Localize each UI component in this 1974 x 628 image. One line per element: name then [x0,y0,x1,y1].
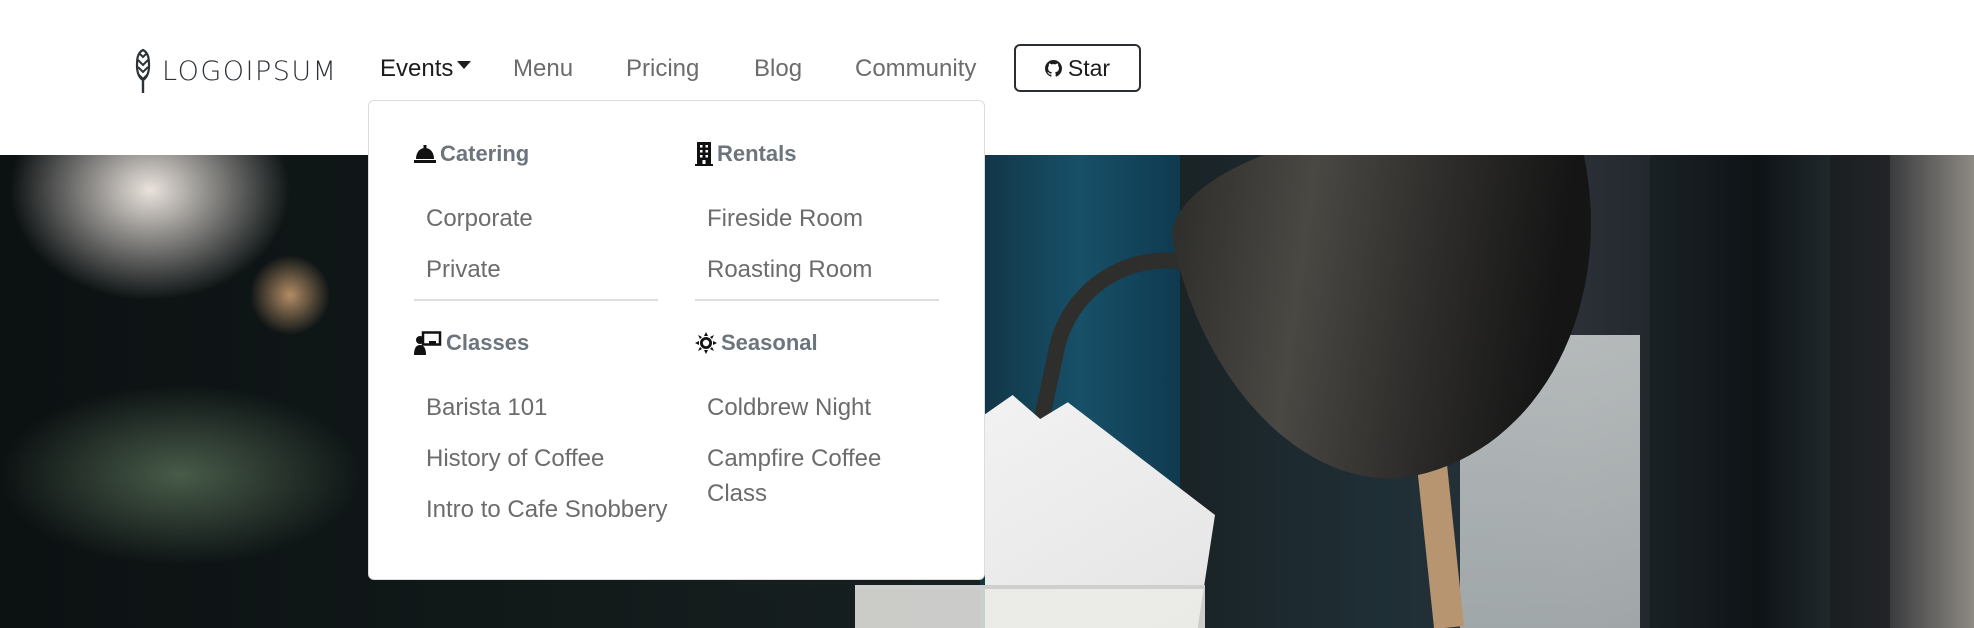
star-label: Star [1067,54,1111,81]
nav-item-community[interactable]: Community [855,51,976,87]
dropdown-item-corporate[interactable]: Corporate [426,201,533,236]
section-divider [695,299,939,301]
dropdown-item-barista-101[interactable]: Barista 101 [426,390,547,425]
building-icon [695,142,713,166]
wheat-icon [135,48,151,93]
section-title: Catering [440,141,530,166]
navbar: LOGOIPSUM Events Menu Pricing Blog Commu… [0,0,1974,155]
glass-dripper [855,585,1205,628]
dropdown-item-campfire-coffee-class[interactable]: Campfire Coffee Class [707,441,897,511]
dropdown-item-roasting-room[interactable]: Roasting Room [707,252,872,287]
dropdown-item-fireside-room[interactable]: Fireside Room [707,201,863,236]
section-header-seasonal: Seasonal [695,328,818,358]
brand-logo[interactable]: LOGOIPSUM [134,48,337,94]
nav-item-events[interactable]: Events [380,51,472,87]
hero-bg-pillar [1650,155,1830,628]
caret-down-icon [457,60,472,69]
nav-item-pricing[interactable]: Pricing [626,51,699,87]
brand-name: LOGOIPSUM [162,55,338,87]
section-header-catering: Catering [414,139,529,169]
section-title: Rentals [717,141,797,166]
dropdown-item-intro-to-cafe-snobbery[interactable]: Intro to Cafe Snobbery [426,492,667,527]
bell-icon [414,145,436,163]
hero-image [0,155,1974,628]
hero-bg-rod [1416,453,1464,628]
teacher-icon [414,331,442,355]
section-header-classes: Classes [414,328,529,358]
github-icon [1044,59,1062,77]
section-title: Classes [446,330,530,355]
section-header-rentals: Rentals [695,139,796,169]
github-star-button[interactable]: Star [1014,44,1141,92]
dropdown-item-private[interactable]: Private [426,252,501,287]
sun-icon [695,332,717,354]
nav-item-label: Events [380,55,454,82]
nav-item-menu[interactable]: Menu [513,51,573,87]
dropdown-item-history-of-coffee[interactable]: History of Coffee [426,441,604,476]
section-divider [414,299,658,301]
section-title: Seasonal [721,330,818,355]
dropdown-item-coldbrew-night[interactable]: Coldbrew Night [707,390,871,425]
events-dropdown-menu: Catering Corporate Private Rentals Fires… [368,100,985,580]
hero-bg-right [1890,155,1974,628]
nav-item-blog[interactable]: Blog [754,51,802,87]
